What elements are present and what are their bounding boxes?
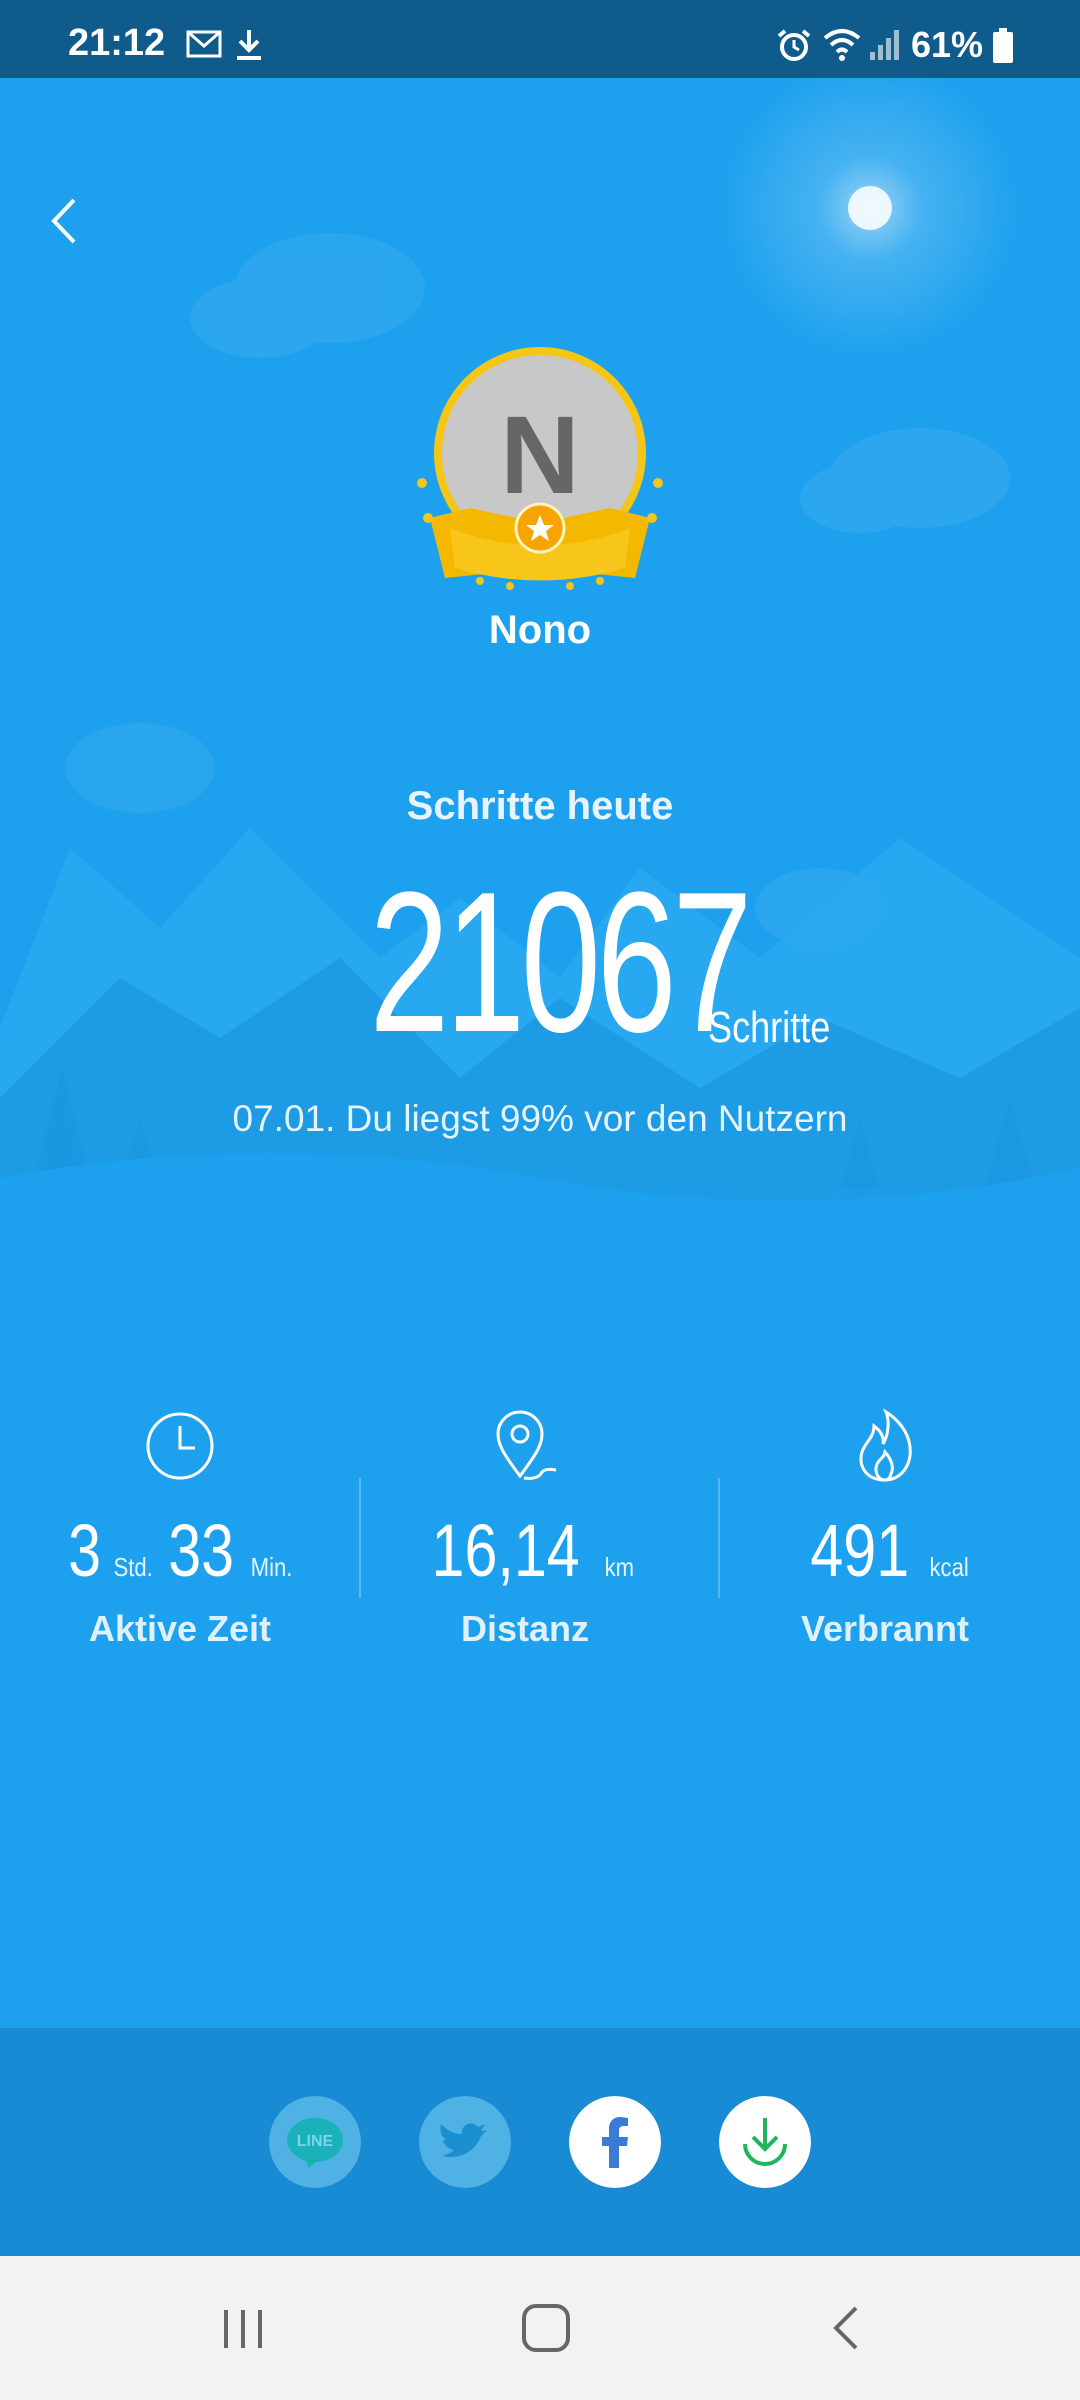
share-twitter-button[interactable] bbox=[419, 2096, 511, 2188]
active-time-label: Aktive Zeit bbox=[88, 1608, 272, 1649]
burned-unit: kcal bbox=[929, 1552, 969, 1582]
share-facebook-button[interactable] bbox=[569, 2096, 661, 2188]
burned-value: 491 bbox=[810, 1509, 910, 1592]
stat-burned: 491 kcal Verbrannt bbox=[705, 1408, 1065, 1668]
distance-unit: km bbox=[605, 1552, 635, 1582]
alarm-icon bbox=[777, 29, 811, 61]
system-nav-bar bbox=[0, 2256, 1080, 2400]
active-hours: 3 bbox=[68, 1509, 101, 1592]
stats-row: 3 Std. 33 Min. Aktive Zeit 16,14 km Dist… bbox=[0, 1408, 1080, 1668]
share-bar: LINE bbox=[0, 2028, 1080, 2256]
steps-value: 21067 bbox=[369, 851, 753, 1074]
mail-icon bbox=[186, 30, 222, 58]
wifi-icon bbox=[823, 29, 861, 61]
back-button[interactable] bbox=[40, 190, 90, 252]
battery-icon bbox=[993, 28, 1013, 63]
recent-apps-button[interactable] bbox=[208, 2296, 278, 2360]
username: Nono bbox=[488, 608, 592, 652]
medal-badge: N bbox=[417, 347, 663, 590]
status-bar: 21:12 61% bbox=[0, 0, 1080, 78]
avatar-initial: N bbox=[500, 394, 579, 517]
steps-caption: Schritte heute bbox=[406, 784, 674, 828]
save-image-button[interactable] bbox=[719, 2096, 811, 2188]
clock-icon bbox=[146, 1412, 214, 1480]
distance-value: 16,14 bbox=[431, 1509, 580, 1592]
avatar-medal: N bbox=[410, 343, 670, 603]
back-nav-button[interactable] bbox=[812, 2296, 882, 2360]
home-button[interactable] bbox=[510, 2296, 580, 2360]
steps-unit: Schritte bbox=[708, 1003, 831, 1052]
flame-icon bbox=[859, 1408, 912, 1482]
battery-percentage: 61% bbox=[911, 24, 984, 65]
active-hours-unit: Std. bbox=[112, 1552, 153, 1582]
burned-value-row: 491 kcal bbox=[705, 1508, 1065, 1593]
status-time: 21:12 bbox=[68, 22, 166, 64]
signal-icon bbox=[870, 30, 899, 60]
steps-count: 21067Schritte bbox=[0, 863, 1080, 1063]
rank-text: 07.01. Du liegst 99% vor den Nutzern bbox=[232, 1098, 848, 1139]
distance-value-row: 16,14 km bbox=[345, 1508, 705, 1593]
active-minutes: 33 bbox=[168, 1509, 235, 1592]
share-line-button[interactable]: LINE bbox=[269, 2096, 361, 2188]
burned-label: Verbrannt bbox=[800, 1608, 970, 1649]
location-pin-icon bbox=[496, 1410, 557, 1480]
active-time-value: 3 Std. 33 Min. bbox=[0, 1508, 360, 1593]
download-icon bbox=[237, 30, 261, 60]
stat-distance: 16,14 km Distanz bbox=[345, 1408, 705, 1668]
line-icon: LINE bbox=[297, 2133, 334, 2150]
distance-label: Distanz bbox=[460, 1608, 590, 1649]
stat-active-time: 3 Std. 33 Min. Aktive Zeit bbox=[0, 1408, 360, 1668]
steps-screen: N Nono Schritte heute 21067Schritte 07.0… bbox=[0, 78, 1080, 2028]
active-minutes-unit: Min. bbox=[250, 1552, 293, 1582]
